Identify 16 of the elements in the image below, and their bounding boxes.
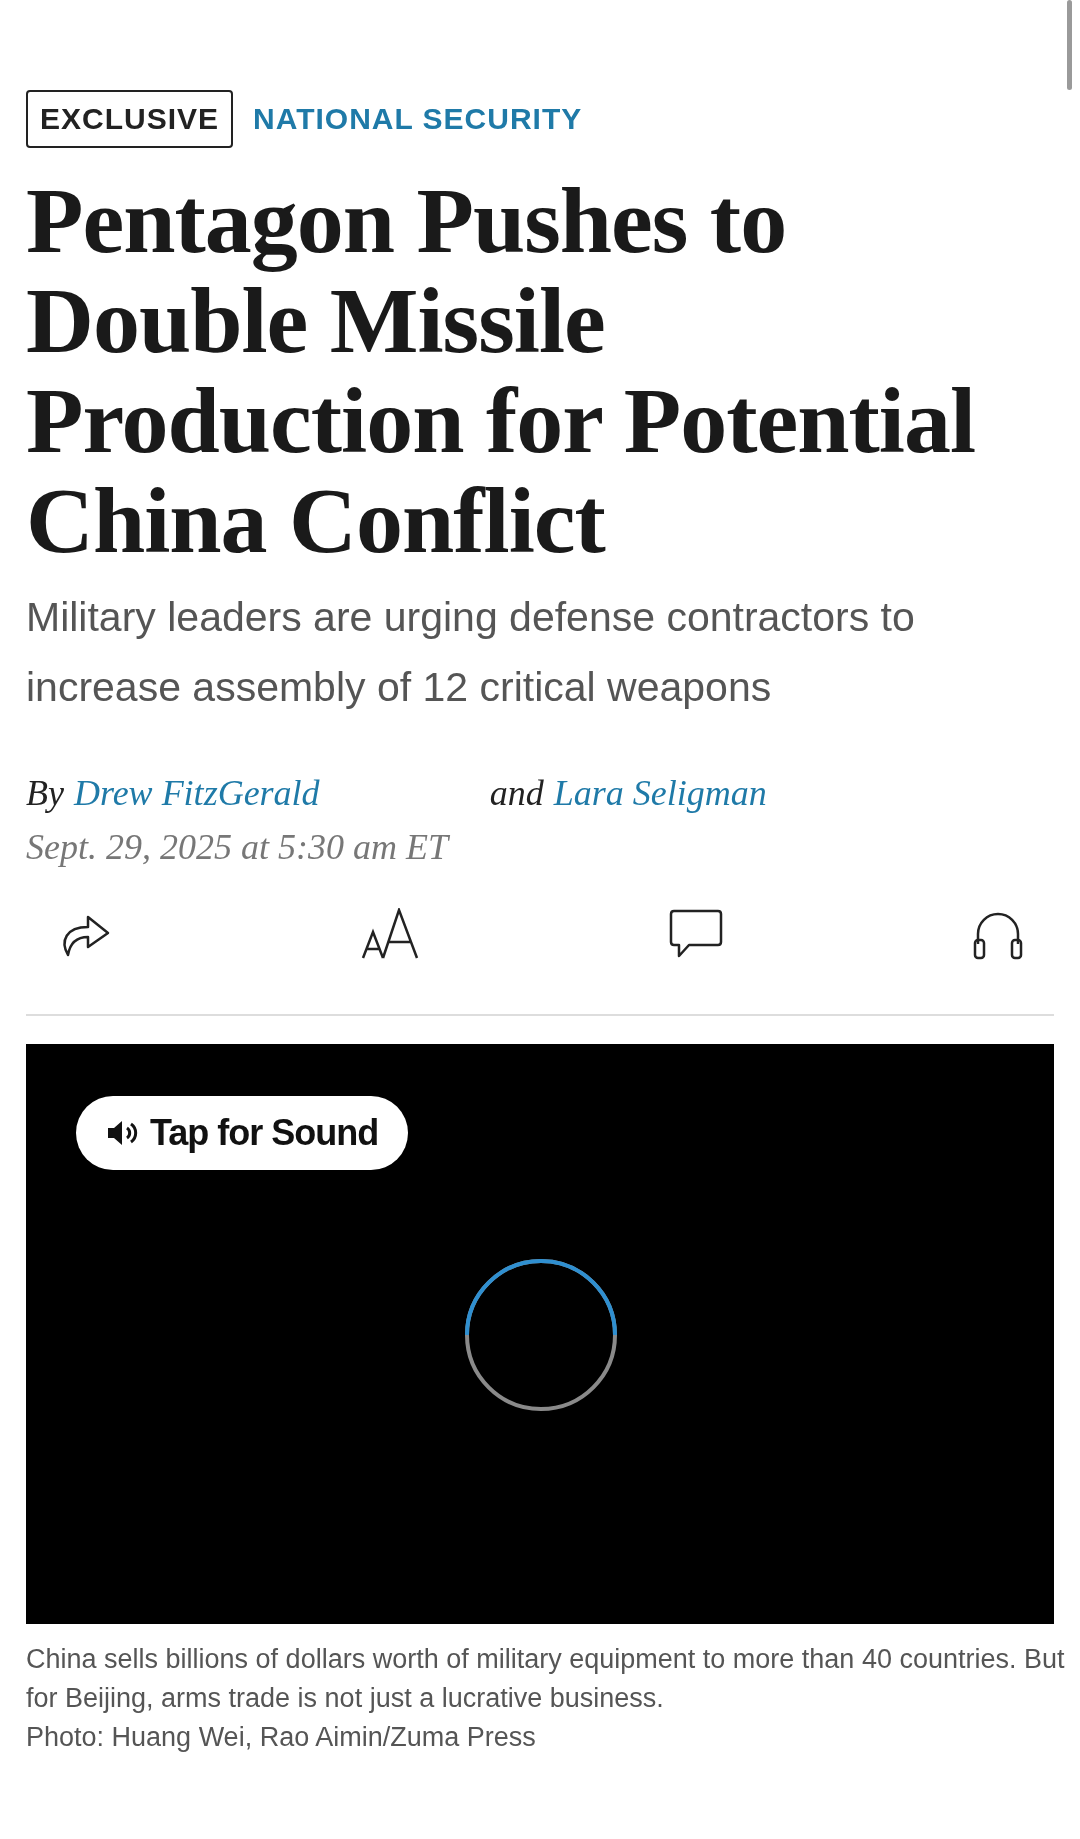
section-link[interactable]: NATIONAL SECURITY: [253, 102, 583, 136]
exclusive-label: EXCLUSIVE: [26, 90, 234, 148]
text-size-icon[interactable]: [361, 908, 420, 960]
speaker-icon: [106, 1119, 140, 1147]
byline-prefix: By: [26, 772, 64, 814]
video-player[interactable]: Tap for Sound: [26, 1044, 1054, 1624]
publish-date: Sept. 29, 2025 at 5:30 am ET: [26, 826, 451, 868]
author-link[interactable]: Drew FitzGerald: [73, 772, 320, 814]
subheadline: Military leaders are urging defense contractors to increase assembly of 12 critical weapons: [26, 593, 916, 712]
headline: Pentagon Pushes to Double Missile Production for Potential China Conflict: [26, 170, 976, 570]
byline-joiner: and: [489, 772, 544, 814]
photo-credit: Photo: Huang Wei, Rao Aimin/Zuma Press: [26, 1721, 537, 1754]
image-caption: China sells billions of dollars worth of military equipment to more than 40 countries. But for Beijing, arms trade is not just a lucrative business.: [26, 1643, 1066, 1715]
sound-button[interactable]: Tap for Sound: [76, 1096, 409, 1170]
author-link[interactable]: Lara Seligman: [553, 772, 767, 814]
comment-icon[interactable]: [668, 909, 723, 959]
